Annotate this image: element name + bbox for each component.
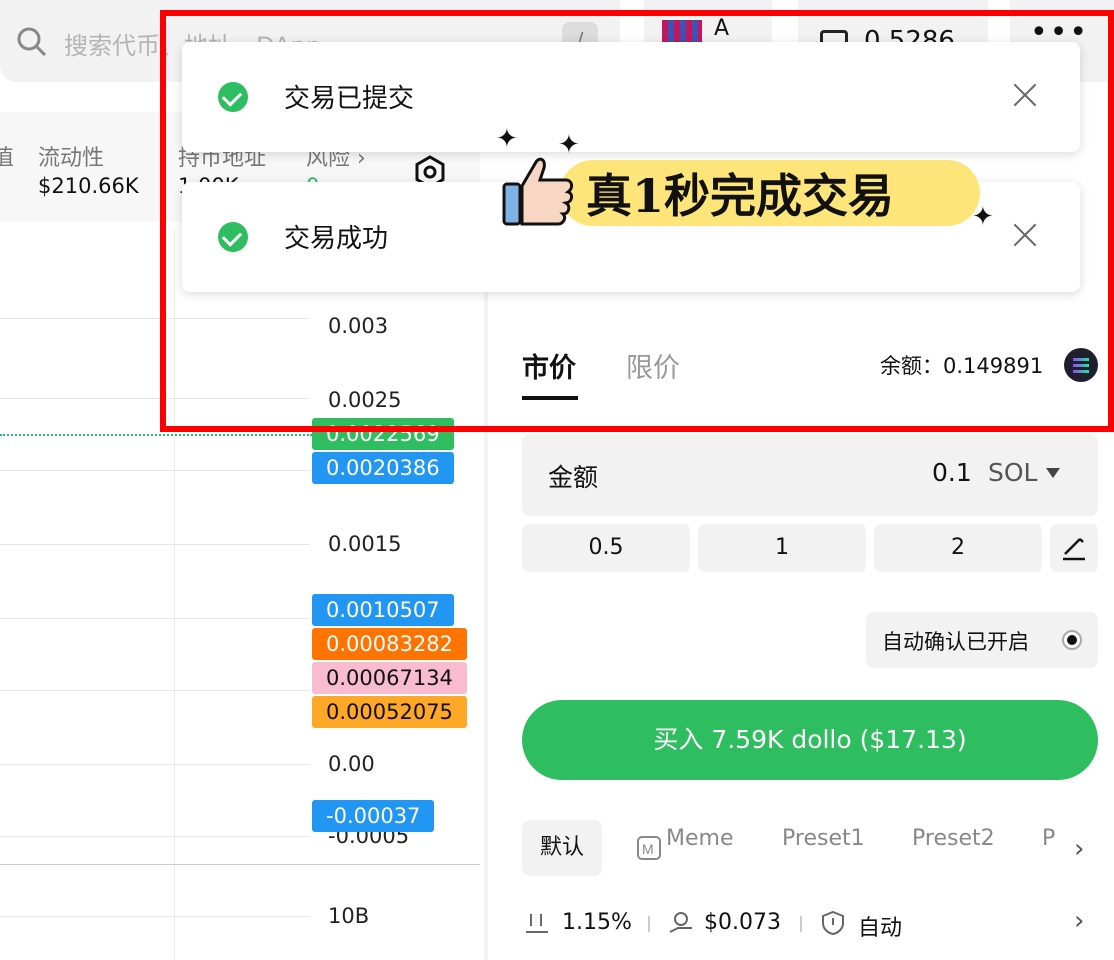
buy-button[interactable]: 买入 7.59K dollo ($17.13) <box>522 700 1098 780</box>
mev-protection-value[interactable]: 自动 <box>858 910 902 942</box>
edit-presets-button[interactable] <box>1050 524 1098 572</box>
price-tag: 0.00083282 <box>312 628 467 660</box>
gridline <box>0 764 310 765</box>
chevron-right-icon[interactable]: › <box>1074 834 1084 864</box>
slippage-icon <box>526 914 548 933</box>
slippage-value[interactable]: 1.15% <box>562 910 632 935</box>
mode-tab-meme[interactable]: Meme <box>666 826 733 851</box>
mode-tab-more[interactable]: P <box>1042 826 1055 851</box>
preset-amount-button[interactable]: 1 <box>698 524 866 572</box>
search-icon <box>17 27 47 57</box>
stat-value-liquidity: $210.66K <box>38 174 139 198</box>
amount-label: 金额 <box>548 463 599 492</box>
gridline <box>0 836 310 837</box>
caret-down-icon[interactable] <box>1046 468 1060 478</box>
meme-icon: M <box>637 836 661 860</box>
auto-confirm-toggle[interactable]: 自动确认已开启 <box>866 612 1098 668</box>
gridline <box>0 690 310 691</box>
preset-amount-button[interactable]: 2 <box>874 524 1042 572</box>
preset-amount-button[interactable]: 0.5 <box>522 524 690 572</box>
divider <box>800 916 802 932</box>
price-tag: 0.0020386 <box>312 452 454 484</box>
auto-confirm-label: 自动确认已开启 <box>882 630 1029 654</box>
y-tick: 0.0015 <box>328 532 402 556</box>
price-tag: 0.00052075 <box>312 696 467 728</box>
chart-volume-divider <box>0 864 480 865</box>
svg-text:M: M <box>642 841 654 857</box>
price-tag: 0.00067134 <box>312 662 467 694</box>
price-tag: 0.0010507 <box>312 594 454 626</box>
gas-fee-icon <box>669 912 692 933</box>
stat-label-liquidity: 流动性 <box>38 146 105 171</box>
y-tick: 10B <box>328 904 370 928</box>
gridline <box>0 470 310 471</box>
gridline <box>0 618 310 619</box>
price-tag: -0.00037 <box>312 800 435 832</box>
chevron-right-icon[interactable]: › <box>1074 906 1084 936</box>
stat-label: 值 <box>0 146 15 171</box>
highlight-frame <box>160 10 1114 432</box>
mode-tab-preset1[interactable]: Preset1 <box>782 826 865 851</box>
y-tick: 0.00 <box>328 752 375 776</box>
shield-icon <box>822 910 844 936</box>
mode-tab-default[interactable]: 默认 <box>522 820 602 876</box>
radio-on-icon[interactable] <box>1062 630 1082 650</box>
amount-field[interactable]: 金额 0.1 SOL <box>522 434 1098 516</box>
mode-tab-preset2[interactable]: Preset2 <box>912 826 995 851</box>
gridline <box>0 916 310 917</box>
fee-value[interactable]: $0.073 <box>704 910 781 935</box>
amount-value[interactable]: 0.1 <box>932 458 972 487</box>
amount-unit-select[interactable]: SOL <box>988 458 1037 487</box>
pencil-icon <box>1063 538 1085 561</box>
gridline <box>0 544 310 545</box>
current-price-line <box>0 434 312 436</box>
divider <box>648 916 650 932</box>
